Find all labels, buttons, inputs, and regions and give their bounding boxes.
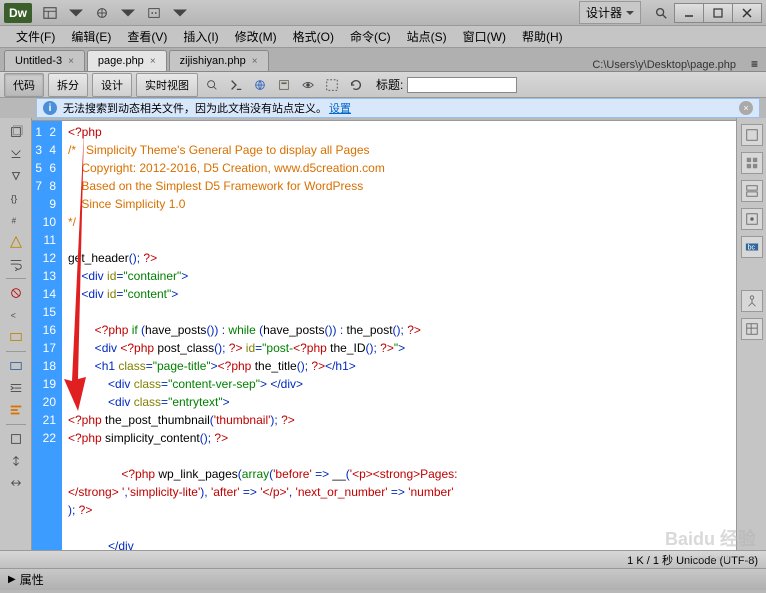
syntax-error-icon[interactable]: [4, 283, 28, 303]
tab-page-php[interactable]: page.php ×: [87, 50, 167, 71]
expand-all-icon[interactable]: [4, 473, 28, 493]
svg-text:<: <: [10, 311, 15, 321]
close-button[interactable]: [732, 3, 762, 23]
balance-braces-icon[interactable]: {}: [4, 188, 28, 208]
menu-format[interactable]: 格式(O): [285, 25, 342, 48]
layout-icon[interactable]: [38, 3, 62, 23]
tab-label: Untitled-3: [15, 55, 62, 67]
panel-files-icon[interactable]: [741, 208, 763, 230]
line-numbers-icon[interactable]: #: [4, 210, 28, 230]
tab-overflow-icon[interactable]: ≡: [751, 57, 758, 71]
maximize-button[interactable]: [703, 3, 733, 23]
collapse-selection-icon[interactable]: [4, 451, 28, 471]
browser-nav-icon[interactable]: [250, 75, 270, 95]
right-panel: bc: [736, 118, 766, 550]
panel-frames-icon[interactable]: [741, 318, 763, 340]
panel-css-icon[interactable]: [741, 124, 763, 146]
menu-command[interactable]: 命令(C): [342, 25, 399, 48]
panel-ap-icon[interactable]: [741, 180, 763, 202]
menu-file[interactable]: 文件(F): [8, 25, 63, 48]
app-logo: Dw: [4, 3, 32, 23]
indent-icon[interactable]: [4, 378, 28, 398]
coding-toolbar: {} # <: [0, 118, 32, 550]
visual-aids-icon[interactable]: [322, 75, 342, 95]
info-icon: i: [43, 101, 57, 115]
svg-text:bc: bc: [747, 245, 755, 252]
minimize-button[interactable]: [674, 3, 704, 23]
live-code-icon[interactable]: [226, 75, 246, 95]
panel-insert-icon[interactable]: [741, 152, 763, 174]
property-panel[interactable]: ▶ 属性: [0, 568, 766, 590]
refresh-icon[interactable]: [346, 75, 366, 95]
word-wrap-icon[interactable]: [4, 254, 28, 274]
file-mgmt-icon[interactable]: [274, 75, 294, 95]
menu-edit[interactable]: 编辑(E): [63, 25, 119, 48]
move-css-icon[interactable]: [4, 356, 28, 376]
menu-window[interactable]: 窗口(W): [455, 25, 514, 48]
design-view-button[interactable]: 设计: [92, 73, 132, 97]
snippets-icon[interactable]: [4, 327, 28, 347]
search-icon[interactable]: [649, 3, 673, 23]
svg-text:#: #: [11, 217, 16, 226]
workspace-label: 设计器: [586, 4, 622, 21]
code-editor[interactable]: 1 2 3 4 5 6 7 8 9 10 11 12 13 14 15 16 1…: [32, 120, 736, 550]
code-view-button[interactable]: 代码: [4, 73, 44, 97]
panel-bc-icon[interactable]: bc: [741, 236, 763, 258]
info-text: 无法搜索到动态相关文件，因为此文档没有站点定义。: [63, 100, 327, 116]
expand-icon: ▶: [8, 574, 16, 585]
select-parent-icon[interactable]: [4, 166, 28, 186]
preview-icon[interactable]: [298, 75, 318, 95]
info-settings-link[interactable]: 设置: [329, 100, 351, 116]
tab-label: zijishiyan.php: [180, 55, 246, 67]
format-code-icon[interactable]: [4, 400, 28, 420]
info-bar: i 无法搜索到动态相关文件，因为此文档没有站点定义。 设置 ×: [36, 98, 760, 118]
title-label: 标题:: [376, 76, 403, 93]
menu-site[interactable]: 站点(S): [399, 25, 455, 48]
dropdown-icon[interactable]: [168, 3, 192, 23]
split-view-button[interactable]: 拆分: [48, 73, 88, 97]
app-menu-icon[interactable]: [90, 3, 114, 23]
highlight-invalid-icon[interactable]: [4, 232, 28, 252]
workspace-dropdown[interactable]: 设计器: [579, 1, 641, 24]
info-close-button[interactable]: ×: [739, 101, 753, 115]
title-input[interactable]: [407, 77, 517, 93]
status-encoding: 1 K / 1 秒 Unicode (UTF-8): [627, 552, 758, 568]
dropdown-icon[interactable]: [64, 3, 88, 23]
status-bar: 1 K / 1 秒 Unicode (UTF-8): [0, 550, 766, 568]
tab-zijishiyan[interactable]: zijishiyan.php ×: [169, 50, 269, 71]
collapse-full-icon[interactable]: [4, 144, 28, 164]
svg-text:{}: {}: [10, 194, 17, 205]
close-icon[interactable]: ×: [68, 56, 74, 67]
menubar: 文件(F) 编辑(E) 查看(V) 插入(I) 修改(M) 格式(O) 命令(C…: [0, 26, 766, 48]
inspect-icon[interactable]: [202, 75, 222, 95]
property-label: 属性: [20, 571, 44, 588]
live-view-button[interactable]: 实时视图: [136, 73, 198, 97]
tab-untitled[interactable]: Untitled-3 ×: [4, 50, 85, 71]
line-numbers: 1 2 3 4 5 6 7 8 9 10 11 12 13 14 15 16 1…: [32, 121, 62, 550]
file-path: C:\Users\y\Desktop\page.php: [592, 59, 736, 71]
tab-label: page.php: [98, 55, 144, 67]
menu-help[interactable]: 帮助(H): [514, 25, 571, 48]
recent-snippets-icon[interactable]: [4, 429, 28, 449]
menu-view[interactable]: 查看(V): [119, 25, 175, 48]
code-content[interactable]: <?php /* Simplicity Theme's General Page…: [62, 121, 736, 550]
close-icon[interactable]: ×: [150, 56, 156, 67]
apply-comment-icon[interactable]: <: [4, 305, 28, 325]
document-tabs: Untitled-3 × page.php × zijishiyan.php ×…: [0, 48, 766, 72]
open-docs-icon[interactable]: [4, 122, 28, 142]
panel-assets-icon[interactable]: [741, 290, 763, 312]
menu-modify[interactable]: 修改(M): [227, 25, 285, 48]
titlebar: Dw 设计器: [0, 0, 766, 26]
extend-icon[interactable]: [142, 3, 166, 23]
work-area: {} # < 1 2 3 4 5 6 7 8 9 10 11 12 13 14 …: [0, 118, 766, 550]
close-icon[interactable]: ×: [252, 56, 258, 67]
document-toolbar: 代码 拆分 设计 实时视图 标题:: [0, 72, 766, 98]
dropdown-icon[interactable]: [116, 3, 140, 23]
menu-insert[interactable]: 插入(I): [175, 25, 226, 48]
